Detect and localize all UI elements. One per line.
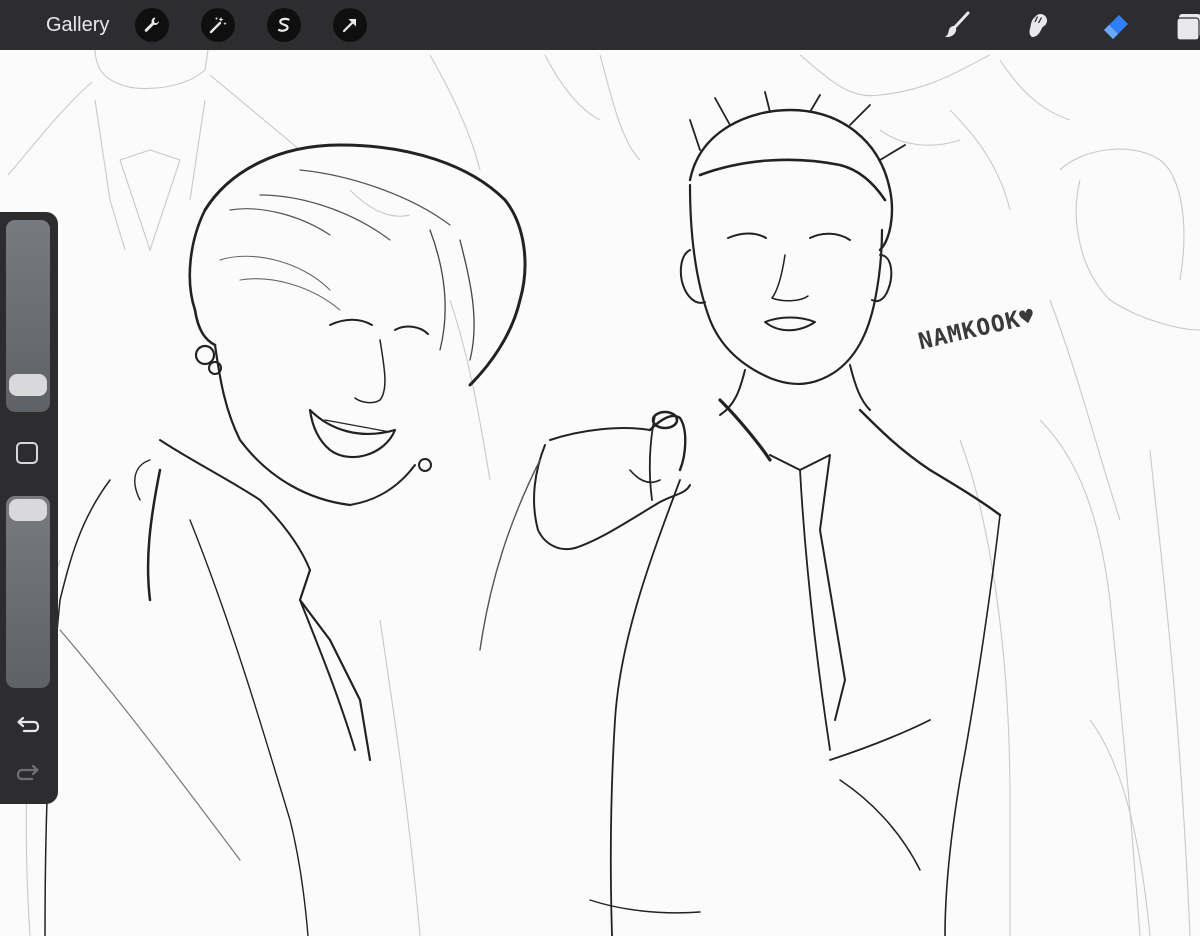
procreate-app: Gallery NAMKOOK♥ [0, 0, 1200, 936]
eraser-icon [1104, 15, 1128, 39]
smudge-icon [1029, 13, 1048, 37]
drawing-canvas[interactable]: NAMKOOK♥ [0, 50, 1200, 936]
selection-icon [277, 17, 290, 32]
redo-button[interactable] [14, 762, 42, 786]
layers-button[interactable] [1172, 9, 1200, 41]
modify-button[interactable] [16, 442, 38, 464]
redo-icon [16, 764, 39, 781]
right-figure [479, 91, 1002, 936]
opacity-slider[interactable] [6, 496, 50, 688]
gallery-button[interactable]: Gallery [46, 12, 109, 38]
adjustments-button[interactable] [201, 8, 235, 42]
top-toolbar: Gallery [0, 0, 1200, 50]
brush-icon [945, 11, 970, 38]
smudge-button[interactable] [1020, 9, 1054, 41]
actions-button[interactable] [135, 8, 169, 42]
brush-size-thumb[interactable] [9, 374, 47, 396]
opacity-thumb[interactable] [9, 499, 47, 521]
transform-button[interactable] [333, 8, 367, 42]
magic-wand-icon [209, 17, 227, 34]
pencil-sketch-artwork [7, 50, 1200, 936]
wrench-icon [144, 17, 159, 32]
undo-button[interactable] [14, 714, 42, 738]
eraser-button[interactable] [1099, 9, 1133, 41]
undo-icon [17, 716, 40, 733]
background-sketch [7, 50, 1200, 936]
brush-size-slider[interactable] [6, 220, 50, 412]
layers-icon [1176, 14, 1200, 40]
selection-button[interactable] [267, 8, 301, 42]
left-figure [44, 143, 527, 936]
transform-arrow-icon [342, 18, 357, 33]
brush-button[interactable] [940, 9, 974, 41]
left-sidebar [0, 212, 58, 804]
